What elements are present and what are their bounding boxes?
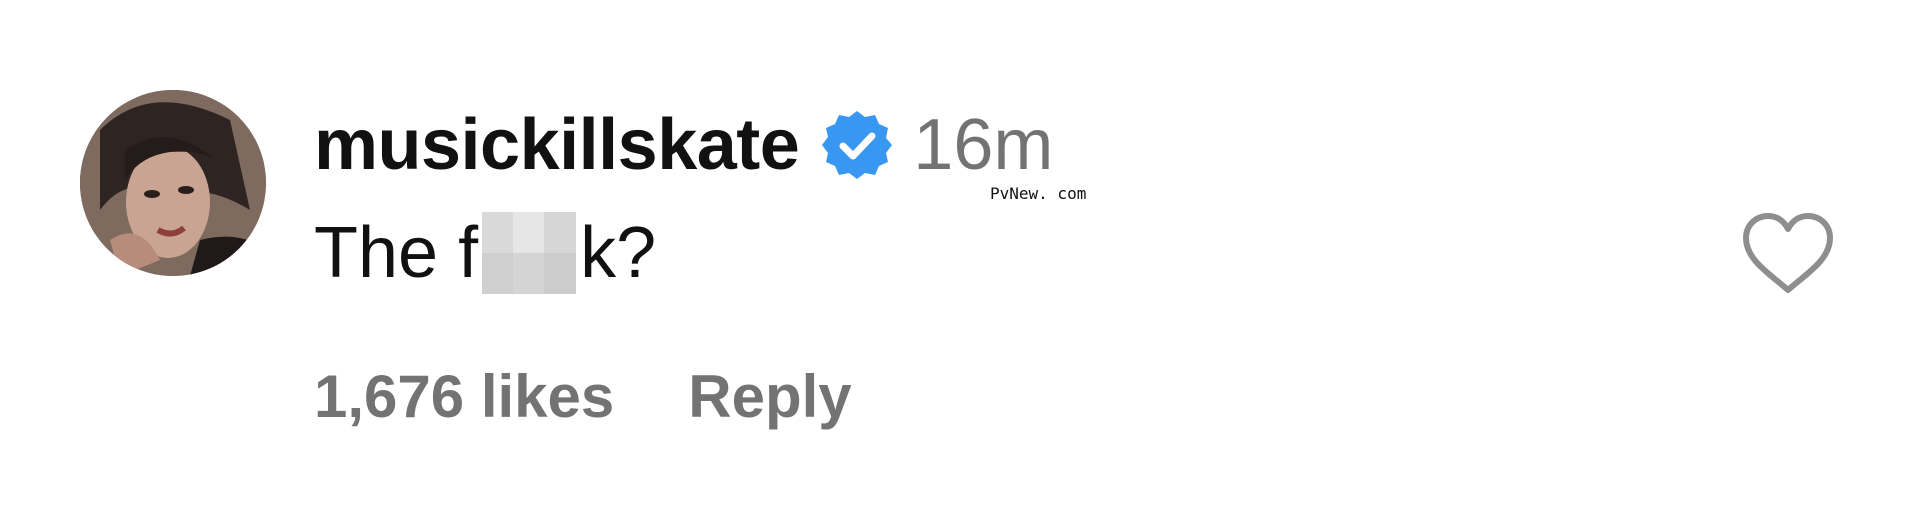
comment-text-start: The f: [314, 213, 479, 293]
avatar-image: [80, 90, 266, 276]
comment-body: The f k?: [314, 208, 656, 298]
watermark-text: PvNew. com: [990, 184, 1087, 203]
avatar[interactable]: [80, 90, 266, 276]
reply-button[interactable]: Reply: [688, 362, 851, 431]
comment-header: musickillskate 16m: [314, 100, 1053, 190]
comment-timestamp: 16m: [913, 105, 1054, 185]
comment-text-end: k?: [580, 213, 657, 293]
censor-block: [482, 212, 577, 294]
username-link[interactable]: musickillskate: [314, 104, 800, 186]
comment-item: musickillskate 16m PvNew. com The f k? 1…: [0, 0, 1920, 526]
verified-badge-icon: [821, 109, 893, 181]
likes-count[interactable]: 1,676 likes: [314, 362, 614, 431]
comment-actions: 1,676 likes Reply: [314, 356, 852, 436]
heart-icon[interactable]: [1740, 212, 1836, 296]
